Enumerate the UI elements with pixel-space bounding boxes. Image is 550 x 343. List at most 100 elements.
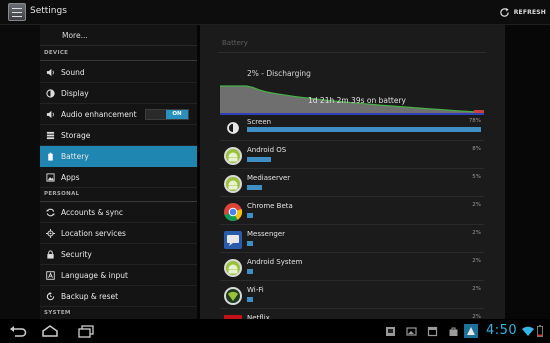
- messenger-icon: [223, 230, 243, 250]
- app-usage-percent: 5%: [472, 174, 481, 180]
- settings-sidebar: More... DEVICE Sound Display Audio enhan…: [40, 25, 197, 321]
- sidebar-item-battery[interactable]: Battery: [40, 146, 197, 167]
- android-icon: [223, 146, 243, 166]
- app-name: Android System: [247, 258, 303, 266]
- sidebar-item-label: Audio enhancement: [61, 110, 137, 119]
- low-battery-segment: [474, 110, 484, 113]
- audio-enhancement-icon: [46, 110, 54, 119]
- app-usage-percent: 2%: [472, 230, 481, 236]
- app-name: Mediaserver: [247, 174, 291, 182]
- bag-notification-icon[interactable]: [448, 326, 459, 337]
- section-header-personal: PERSONAL: [40, 188, 197, 202]
- content-area: More... DEVICE Sound Display Audio enhan…: [0, 25, 550, 337]
- app-usage-bar: [247, 213, 253, 218]
- battery-app-row[interactable]: Android OS 8%: [220, 142, 484, 169]
- sidebar-item-label: Storage: [61, 131, 91, 140]
- refresh-label: REFRESH: [513, 9, 546, 16]
- app-name: Wi-Fi: [247, 286, 264, 294]
- right-margin: [505, 25, 550, 319]
- app-name: Screen: [247, 118, 272, 126]
- app-name: Chrome Beta: [247, 202, 293, 210]
- sidebar-item-label: Language & input: [61, 271, 128, 280]
- photo-notification-icon[interactable]: [406, 326, 417, 337]
- calendar-notification-icon[interactable]: [427, 326, 438, 337]
- toggle-state: ON: [166, 110, 188, 119]
- sidebar-item-label: Sound: [61, 68, 85, 77]
- section-header-device: DEVICE: [40, 47, 197, 61]
- sidebar-item-language-input[interactable]: Language & input: [40, 265, 197, 286]
- sync-icon: [46, 208, 55, 217]
- app-usage-percent: 2%: [472, 258, 481, 264]
- speaker-icon: [46, 68, 54, 77]
- wifi-icon[interactable]: [522, 326, 534, 337]
- home-icon[interactable]: [41, 324, 59, 338]
- app-usage-percent: 2%: [472, 286, 481, 292]
- wifi-android-icon: [223, 286, 243, 306]
- backup-icon: [46, 292, 55, 301]
- screen-brightness-icon: [223, 118, 243, 138]
- battery-app-row[interactable]: Chrome Beta 2%: [220, 198, 484, 225]
- battery-status: 2% - Discharging: [247, 69, 311, 78]
- sidebar-item-label: Location services: [61, 229, 126, 238]
- back-icon[interactable]: [9, 324, 27, 338]
- sidebar-item-security[interactable]: Security: [40, 244, 197, 265]
- sidebar-item-label: Backup & reset: [61, 292, 119, 301]
- app-usage-percent: 8%: [472, 146, 481, 152]
- panel-divider: [218, 52, 486, 53]
- chrome-icon: [223, 202, 243, 222]
- sidebar-item-more[interactable]: More...: [40, 25, 197, 46]
- battery-app-row[interactable]: Screen 78%: [220, 114, 484, 141]
- app-usage-bar: [247, 185, 262, 190]
- system-bar: 4:50: [0, 319, 550, 343]
- audio-enhancement-toggle[interactable]: ON: [145, 109, 189, 120]
- sidebar-item-display[interactable]: Display: [40, 83, 197, 104]
- sidebar-item-accounts-sync[interactable]: Accounts & sync: [40, 202, 197, 223]
- action-bar: Settings REFRESH: [0, 0, 550, 25]
- battery-app-row[interactable]: Messenger 2%: [220, 226, 484, 253]
- apps-icon: [46, 173, 55, 182]
- battery-app-row[interactable]: Android System 2%: [220, 254, 484, 281]
- android-icon: [223, 174, 243, 194]
- android-icon: [223, 258, 243, 278]
- app-usage-bar: [247, 269, 253, 274]
- time-on-battery: 1d 21h 2m 39s on battery: [308, 96, 406, 105]
- settings-app-icon[interactable]: [8, 3, 26, 21]
- battery-app-row[interactable]: Wi-Fi 2%: [220, 282, 484, 309]
- app-name: Android OS: [247, 146, 287, 154]
- brightness-icon: [46, 89, 55, 98]
- sidebar-item-sound[interactable]: Sound: [40, 62, 197, 83]
- app-usage-bar: [247, 297, 253, 302]
- sidebar-item-label: More...: [62, 31, 88, 40]
- sidebar-item-label: Battery: [61, 152, 89, 161]
- sidebar-item-apps[interactable]: Apps: [40, 167, 197, 188]
- app-usage-bar: [247, 157, 271, 162]
- app-usage-percent: 78%: [468, 118, 481, 124]
- panel-title: Battery: [222, 39, 248, 47]
- sidebar-item-label: Security: [61, 250, 92, 259]
- sidebar-item-label: Accounts & sync: [61, 208, 124, 217]
- lock-icon: [47, 250, 54, 259]
- sidebar-item-storage[interactable]: Storage: [40, 125, 197, 146]
- storage-icon: [46, 131, 55, 140]
- refresh-button[interactable]: REFRESH: [499, 4, 546, 21]
- battery-icon: [48, 152, 53, 161]
- sidebar-item-label: Display: [61, 89, 89, 98]
- sidebar-item-audio-enhancement[interactable]: Audio enhancement ON: [40, 104, 197, 125]
- app-usage-bar: [247, 127, 481, 132]
- battery-app-row[interactable]: Mediaserver 5%: [220, 170, 484, 197]
- gallery-notification-icon[interactable]: [385, 326, 396, 337]
- clock[interactable]: 4:50: [486, 323, 517, 338]
- recent-apps-icon[interactable]: [77, 324, 95, 338]
- sidebar-item-location-services[interactable]: Location services: [40, 223, 197, 244]
- app-name: Messenger: [247, 230, 286, 238]
- battery-status-icon[interactable]: [537, 325, 543, 337]
- keyboard-icon: [46, 271, 55, 280]
- app-usage-percent: 2%: [472, 202, 481, 208]
- play-notification-icon[interactable]: [464, 324, 478, 338]
- sidebar-item-label: Apps: [61, 173, 80, 182]
- location-icon: [46, 229, 55, 238]
- app-title: Settings: [30, 6, 67, 16]
- sidebar-item-backup-reset[interactable]: Backup & reset: [40, 286, 197, 307]
- app-usage-bar: [247, 241, 253, 246]
- refresh-icon: [500, 7, 509, 17]
